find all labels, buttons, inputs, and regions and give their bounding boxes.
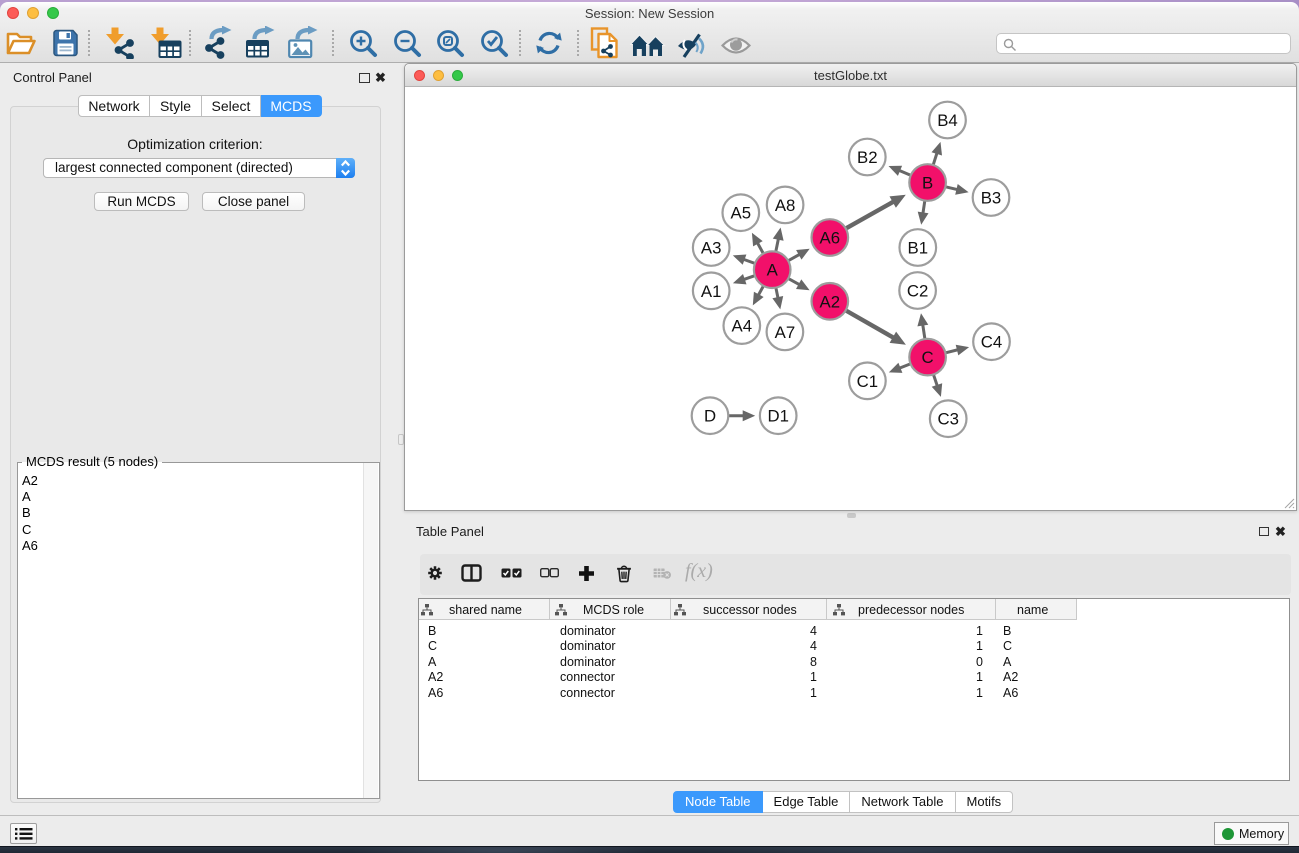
svg-text:A2: A2	[820, 292, 841, 311]
svg-text:A6: A6	[820, 229, 841, 248]
svg-text:C4: C4	[981, 333, 1002, 352]
svg-text:A: A	[767, 261, 779, 280]
svg-text:A5: A5	[731, 204, 752, 223]
svg-text:A8: A8	[775, 196, 796, 215]
svg-text:A7: A7	[775, 323, 796, 342]
svg-text:C2: C2	[907, 282, 928, 301]
svg-text:A4: A4	[732, 317, 753, 336]
svg-text:D: D	[704, 407, 716, 426]
svg-text:B1: B1	[908, 239, 929, 258]
svg-text:B: B	[922, 174, 933, 193]
svg-text:C: C	[922, 348, 934, 367]
svg-text:D1: D1	[767, 407, 788, 426]
svg-text:C1: C1	[857, 372, 878, 391]
svg-text:C3: C3	[937, 410, 958, 429]
svg-text:B4: B4	[937, 111, 958, 130]
svg-text:A3: A3	[701, 239, 722, 258]
svg-text:B2: B2	[857, 148, 878, 167]
svg-text:A1: A1	[701, 282, 722, 301]
svg-text:B3: B3	[981, 189, 1002, 208]
